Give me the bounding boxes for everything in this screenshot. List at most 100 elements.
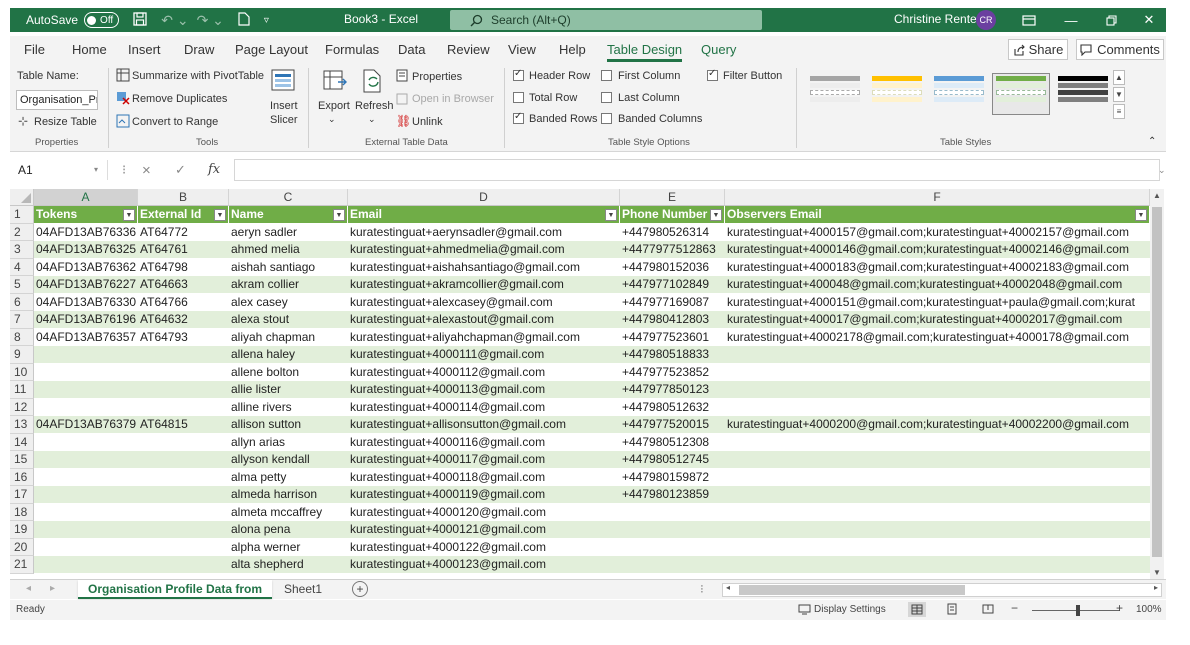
cell-name[interactable]: alma petty [229,469,348,487]
slicer-label[interactable]: Slicer [270,114,298,126]
export-label[interactable]: Export [318,100,350,112]
cell-name[interactable]: alexa stout [229,311,348,329]
cell-email[interactable]: kuratestinguat+aerynsadler@gmail.com [348,224,620,242]
cell-observers-email[interactable] [725,486,1150,504]
cell-email[interactable]: kuratestinguat+akramcollier@gmail.com [348,276,620,294]
cell-tokens[interactable] [34,434,138,452]
scroll-down-icon[interactable]: ▼ [1151,568,1163,577]
cell-email[interactable]: kuratestinguat+4000119@gmail.com [348,486,620,504]
cell-tokens[interactable] [34,521,138,539]
cell-tokens[interactable] [34,486,138,504]
cell-email[interactable]: kuratestinguat+4000112@gmail.com [348,364,620,382]
cell-phone[interactable]: +447977169087 [620,294,725,312]
cell-external-id[interactable]: AT64793 [138,329,229,347]
cell-name[interactable]: akram collier [229,276,348,294]
table-styles-gallery[interactable] [803,70,1119,120]
cell-phone[interactable]: +447977523852 [620,364,725,382]
cell-external-id[interactable] [138,504,229,522]
cell-email[interactable]: kuratestinguat+aishahsantiago@gmail.com [348,259,620,277]
cell-phone[interactable]: +447980412803 [620,311,725,329]
banded-columns-checkbox[interactable] [601,113,612,124]
customize-toolbar-icon[interactable]: ▿ [264,15,269,26]
cell-email[interactable]: kuratestinguat+4000120@gmail.com [348,504,620,522]
cell-tokens[interactable]: 04AFD13AB76330 [34,294,138,312]
table-style-blue[interactable] [931,74,987,114]
row-header[interactable]: 5 [10,276,34,294]
cell-name[interactable]: aishah santiago [229,259,348,277]
header-cell-email[interactable]: Email [348,206,620,224]
row-header[interactable]: 17 [10,486,34,504]
cell-external-id[interactable] [138,346,229,364]
cell-phone[interactable]: +447980159872 [620,469,725,487]
cell-phone[interactable]: +447980526314 [620,224,725,242]
cell-name[interactable]: alline rivers [229,399,348,417]
cell-tokens[interactable]: 04AFD13AB76379 [34,416,138,434]
cell-external-id[interactable]: AT64815 [138,416,229,434]
cell-tokens[interactable] [34,399,138,417]
zoom-slider-knob[interactable] [1076,605,1080,616]
row-header[interactable]: 9 [10,346,34,364]
new-document-icon[interactable] [238,11,250,29]
gallery-down-icon[interactable]: ▼ [1113,87,1125,102]
cell-observers-email[interactable]: kuratestinguat+4000146@gmail.com;kurates… [725,241,1150,259]
cell-external-id[interactable]: AT64766 [138,294,229,312]
filter-dropdown-icon[interactable]: ▼ [333,209,345,221]
sheet-tab-organisation[interactable]: Organisation Profile Data from [78,580,273,599]
row-header[interactable]: 1 [10,206,34,224]
row-header[interactable]: 19 [10,521,34,539]
refresh-dropdown-icon[interactable]: ⌄ [368,114,376,125]
formula-input[interactable] [234,159,1160,181]
cell-tokens[interactable] [34,504,138,522]
row-header[interactable]: 3 [10,241,34,259]
header-cell-observers-email[interactable]: Observers Email [725,206,1150,224]
cell-tokens[interactable] [34,451,138,469]
vertical-scroll-thumb[interactable] [1152,207,1162,557]
table-style-dark[interactable] [1055,74,1111,114]
cell-email[interactable]: kuratestinguat+4000123@gmail.com [348,556,620,574]
zoom-out-button[interactable]: − [1011,601,1018,615]
row-header[interactable]: 12 [10,398,34,416]
summarize-pivot-button[interactable]: Summarize with PivotTable [132,70,264,82]
cell-external-id[interactable] [138,451,229,469]
column-header-b[interactable]: B [138,189,229,206]
filter-button-checkbox[interactable] [707,68,718,81]
tab-file[interactable]: File [24,42,45,57]
cell-external-id[interactable]: AT64632 [138,311,229,329]
insert-function-icon[interactable]: fx [208,162,220,177]
insert-slicer-label[interactable]: Insert [270,100,298,112]
cell-phone[interactable]: +447980512308 [620,434,725,452]
cell-phone[interactable] [620,504,725,522]
tab-view[interactable]: View [508,42,536,57]
export-icon[interactable] [322,68,348,97]
select-all-corner[interactable] [10,189,34,206]
cell-phone[interactable]: +447977520015 [620,416,725,434]
next-sheet-icon[interactable]: ▸ [50,580,55,599]
cell-tokens[interactable] [34,364,138,382]
cell-email[interactable]: kuratestinguat+alexcasey@gmail.com [348,294,620,312]
cell-observers-email[interactable]: kuratestinguat+4000157@gmail.com;kurates… [725,224,1150,242]
cell-email[interactable]: kuratestinguat+4000121@gmail.com [348,521,620,539]
cell-phone[interactable]: +447980512745 [620,451,725,469]
remove-duplicates-button[interactable]: Remove Duplicates [132,93,227,105]
cell-email[interactable]: kuratestinguat+allisonsutton@gmail.com [348,416,620,434]
cell-name[interactable]: allyn arias [229,434,348,452]
worksheet-grid[interactable]: A B C D E F 1 Tokens ▼ External Id ▼ Name ▼ Ema… [10,189,1150,579]
cell-observers-email[interactable] [725,364,1150,382]
first-column-checkbox[interactable] [601,70,612,81]
cell-phone[interactable]: +447980123859 [620,486,725,504]
cell-observers-email[interactable] [725,381,1150,399]
cell-observers-email[interactable] [725,521,1150,539]
row-header[interactable]: 15 [10,451,34,469]
cell-tokens[interactable] [34,539,138,557]
cell-email[interactable]: kuratestinguat+4000116@gmail.com [348,434,620,452]
cancel-icon[interactable]: × [142,162,151,179]
cell-observers-email[interactable] [725,556,1150,574]
cell-tokens[interactable]: 04AFD13AB76196 [34,311,138,329]
page-layout-view-icon[interactable] [946,603,958,618]
cell-phone[interactable]: +447977850123 [620,381,725,399]
row-header[interactable]: 21 [10,556,34,574]
row-header[interactable]: 16 [10,468,34,486]
cell-phone[interactable]: +447980152036 [620,259,725,277]
row-header[interactable]: 8 [10,328,34,346]
cell-name[interactable]: alona pena [229,521,348,539]
